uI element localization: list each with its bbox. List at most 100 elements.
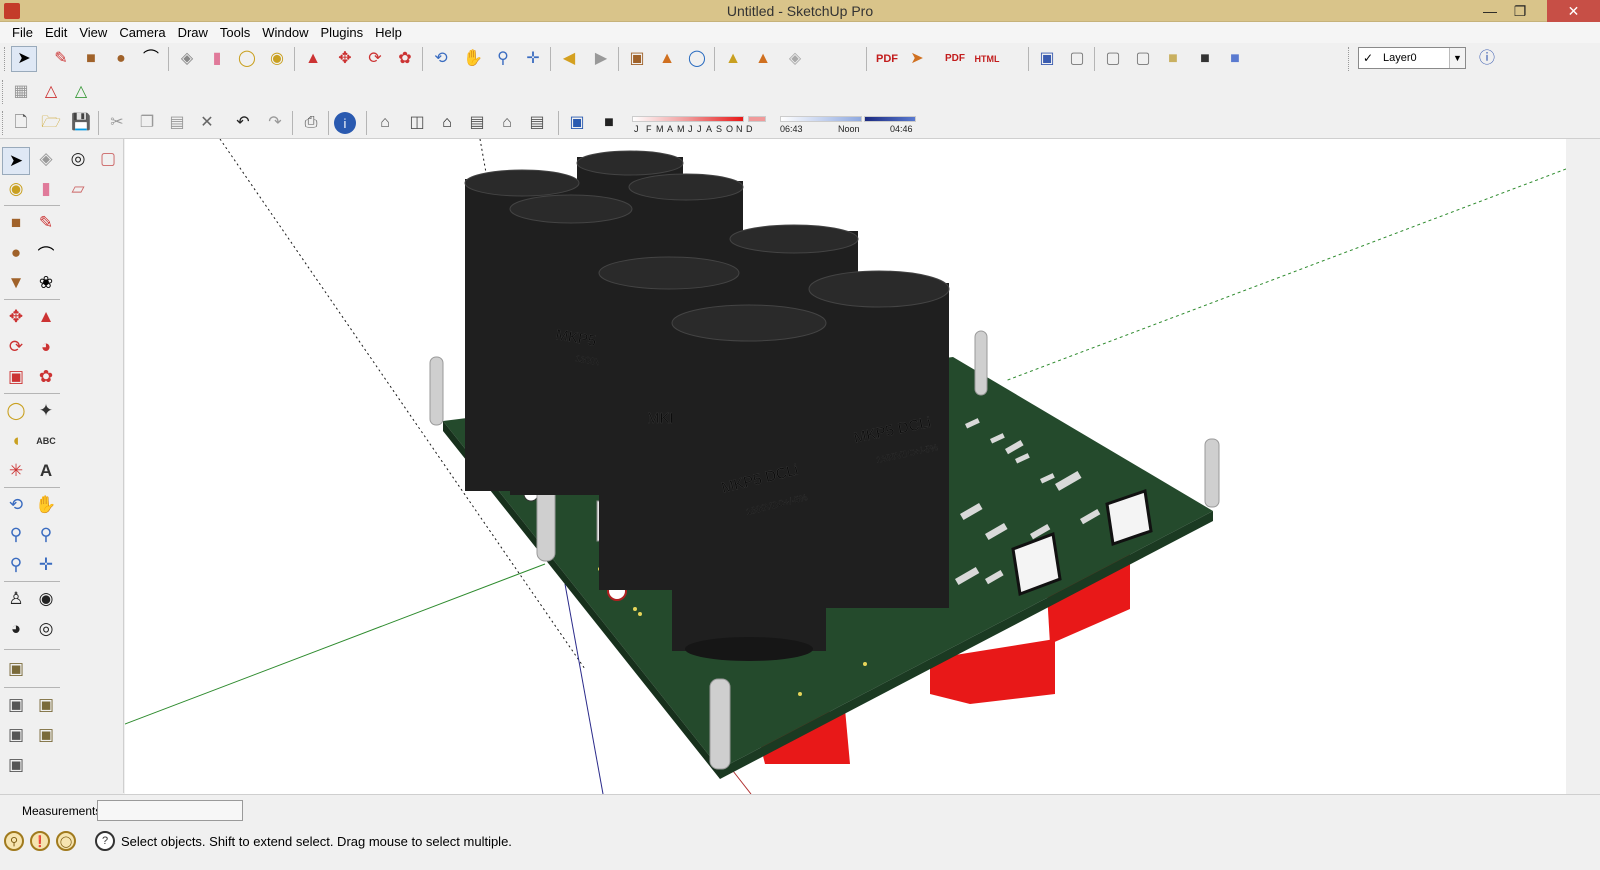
close-icon[interactable]: ✕ [1547, 0, 1600, 22]
menu-tools[interactable]: Tools [214, 25, 256, 40]
extension-manager-icon[interactable]: ◈ [782, 46, 808, 72]
follow-me-icon[interactable]: ✿ [392, 46, 418, 72]
month-slider[interactable] [632, 116, 744, 122]
save-icon[interactable]: 💾 [68, 110, 94, 136]
preview-icon[interactable]: ▣ [2, 751, 30, 779]
menu-camera[interactable]: Camera [113, 25, 171, 40]
paint-bucket-icon[interactable]: ◉ [2, 175, 30, 203]
zoom-icon[interactable]: ⚲ [490, 46, 516, 72]
copy-icon[interactable]: ❐ [134, 110, 160, 136]
send-icon[interactable]: ➤ [904, 46, 930, 72]
walk-icon[interactable]: ◎ [64, 145, 92, 173]
new-file-icon[interactable]: 🗋 [8, 110, 34, 136]
iso-view-icon[interactable]: ⌂ [372, 110, 398, 136]
share-model-icon[interactable]: ▲ [654, 46, 680, 72]
push-pull-icon[interactable]: ▲ [300, 46, 326, 72]
menu-view[interactable]: View [73, 25, 113, 40]
monochrome-icon[interactable]: ■ [1222, 46, 1248, 72]
look-around-icon[interactable]: ◉ [32, 585, 60, 613]
polygon-icon[interactable]: ▼ [2, 269, 30, 297]
pencil-icon[interactable]: ✎ [48, 46, 74, 72]
make-component-icon[interactable]: ◈ [32, 145, 60, 173]
layer-select[interactable]: ✓ Layer0 ▼ [1358, 47, 1466, 69]
back-view-icon[interactable]: ⌂ [494, 110, 520, 136]
model-viewport[interactable]: MKP5 DCLi 1300VDC+/-5% MKP5 DCLi MKP5 DC… [125, 139, 1566, 794]
paint-bucket-icon[interactable]: ◉ [264, 46, 290, 72]
menu-edit[interactable]: Edit [39, 25, 73, 40]
toolbar-grip[interactable] [1348, 47, 1351, 71]
toolbar-grip[interactable] [2, 111, 5, 135]
front-view-icon[interactable]: ⌂ [434, 110, 460, 136]
help-icon[interactable]: ? [95, 831, 115, 851]
back-edges-icon[interactable]: ▢ [1100, 46, 1126, 72]
display-shadows-icon[interactable]: ■ [596, 110, 622, 136]
tape-measure-icon[interactable]: ◯ [2, 397, 30, 425]
pdf-3d-icon[interactable]: PDF [942, 46, 968, 72]
follow-me-icon[interactable]: ◕ [32, 333, 60, 361]
sandbox-contours-icon[interactable]: ▦ [8, 79, 34, 105]
position-camera-icon[interactable]: ♙ [2, 585, 30, 613]
offset-icon[interactable]: ✿ [32, 363, 60, 391]
walk-footprints-icon[interactable]: ◕ [2, 615, 30, 643]
left-view-icon[interactable]: ▤ [524, 110, 550, 136]
model-info-icon[interactable]: i [334, 112, 356, 134]
move-icon[interactable]: ✥ [2, 303, 30, 331]
menu-window[interactable]: Window [256, 25, 314, 40]
make-component-icon[interactable]: ◈ [174, 46, 200, 72]
previous-icon[interactable]: ⚲ [2, 551, 30, 579]
get-models-icon[interactable]: ▣ [2, 721, 30, 749]
previous-view-icon[interactable]: ◀ [556, 46, 582, 72]
next-view-icon[interactable]: ▶ [588, 46, 614, 72]
pdf-html-icon[interactable]: HTML [974, 46, 1000, 72]
shadow-settings-icon[interactable]: ▣ [564, 110, 590, 136]
text-icon[interactable]: ABC [32, 427, 60, 455]
zoom-icon[interactable]: ⚲ [2, 521, 30, 549]
rotate-icon[interactable]: ⟳ [362, 46, 388, 72]
menu-file[interactable]: File [6, 25, 39, 40]
top-view-icon[interactable]: ◫ [404, 110, 430, 136]
shaded-textures-icon[interactable]: ■ [1192, 46, 1218, 72]
select-icon[interactable]: ➤ [2, 147, 30, 175]
time-slider[interactable] [780, 116, 862, 122]
account-icon[interactable]: ◯ [56, 831, 76, 851]
shaded-icon[interactable]: ■ [1160, 46, 1186, 72]
tape-measure-icon[interactable]: ◯ [234, 46, 260, 72]
minimize-icon[interactable]: — [1475, 0, 1505, 22]
extension-warehouse-icon[interactable]: ▲ [750, 46, 776, 72]
get-models-icon[interactable]: ▣ [624, 46, 650, 72]
hidden-line-icon[interactable]: ▢ [1130, 46, 1156, 72]
section-plane-icon[interactable]: ◎ [32, 615, 60, 643]
dimension-icon[interactable]: ✦ [32, 397, 60, 425]
section-display-icon[interactable]: ▱ [64, 175, 92, 203]
zoom-extents-icon[interactable]: ✛ [520, 46, 546, 72]
layer-manager-icon[interactable]: ⓘ [1474, 46, 1500, 72]
section-plane-icon[interactable]: ▢ [94, 145, 122, 173]
share-component-icon[interactable]: ▣ [32, 691, 60, 719]
right-view-icon[interactable]: ▤ [464, 110, 490, 136]
orbit-icon[interactable]: ⟲ [2, 491, 30, 519]
chevron-down-icon[interactable]: ▼ [1449, 48, 1465, 68]
axes-icon[interactable]: ✳ [2, 457, 30, 485]
pan-icon[interactable]: ✋ [460, 46, 486, 72]
smoove-icon[interactable]: △ [68, 79, 94, 105]
circle-icon[interactable]: ● [108, 46, 134, 72]
extension-warehouse-icon[interactable]: ▣ [32, 721, 60, 749]
push-pull-icon[interactable]: ▲ [32, 303, 60, 331]
pdf-export-icon[interactable]: PDF [874, 46, 900, 72]
select-icon[interactable]: ➤ [11, 46, 37, 72]
menu-draw[interactable]: Draw [172, 25, 214, 40]
share-component-icon[interactable]: ◯ [684, 46, 710, 72]
arc-icon[interactable]: ⌒ [32, 239, 60, 267]
menu-help[interactable]: Help [369, 25, 408, 40]
zoom-window-icon[interactable]: ⚲ [32, 521, 60, 549]
open-folder-icon[interactable]: 🗁 [38, 110, 64, 136]
freehand-icon[interactable]: ❀ [32, 269, 60, 297]
sandbox-scratch-icon[interactable]: △ [38, 79, 64, 105]
redo-icon[interactable]: ↷ [262, 110, 288, 136]
share-model-icon[interactable]: ▣ [2, 691, 30, 719]
xray-icon[interactable]: ▣ [1034, 46, 1060, 72]
get-photo-texture-icon[interactable]: ▲ [720, 46, 746, 72]
rectangle-icon[interactable]: ■ [78, 46, 104, 72]
menu-plugins[interactable]: Plugins [315, 25, 370, 40]
print-icon[interactable]: ⎙ [298, 110, 324, 136]
